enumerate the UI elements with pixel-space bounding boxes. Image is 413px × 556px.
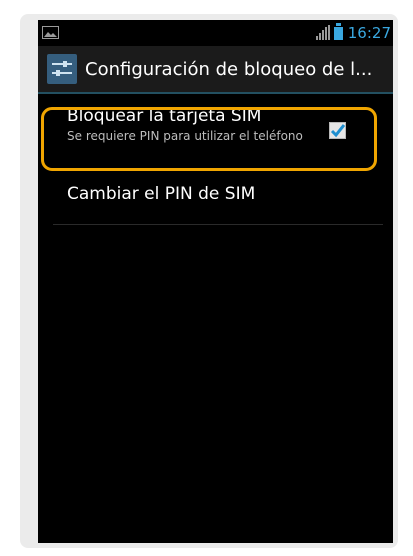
settings-sliders-icon[interactable] xyxy=(47,54,77,84)
phone-screen: 16:27 Configuración de bloqueo de l... B… xyxy=(38,20,393,543)
highlight-annotation xyxy=(41,107,377,171)
action-bar: Configuración de bloqueo de l... xyxy=(38,46,393,94)
notification-image-icon xyxy=(42,26,59,39)
list-divider xyxy=(53,224,383,225)
page-title: Configuración de bloqueo de l... xyxy=(85,59,373,80)
change-pin-preference[interactable]: Cambiar el PIN de SIM xyxy=(38,176,393,228)
status-clock: 16:27 xyxy=(347,24,391,42)
battery-icon xyxy=(334,23,343,40)
action-bar-divider xyxy=(38,92,393,94)
status-bar: 16:27 xyxy=(38,20,393,46)
signal-icon xyxy=(316,25,330,40)
change-pin-title: Cambiar el PIN de SIM xyxy=(67,184,256,204)
